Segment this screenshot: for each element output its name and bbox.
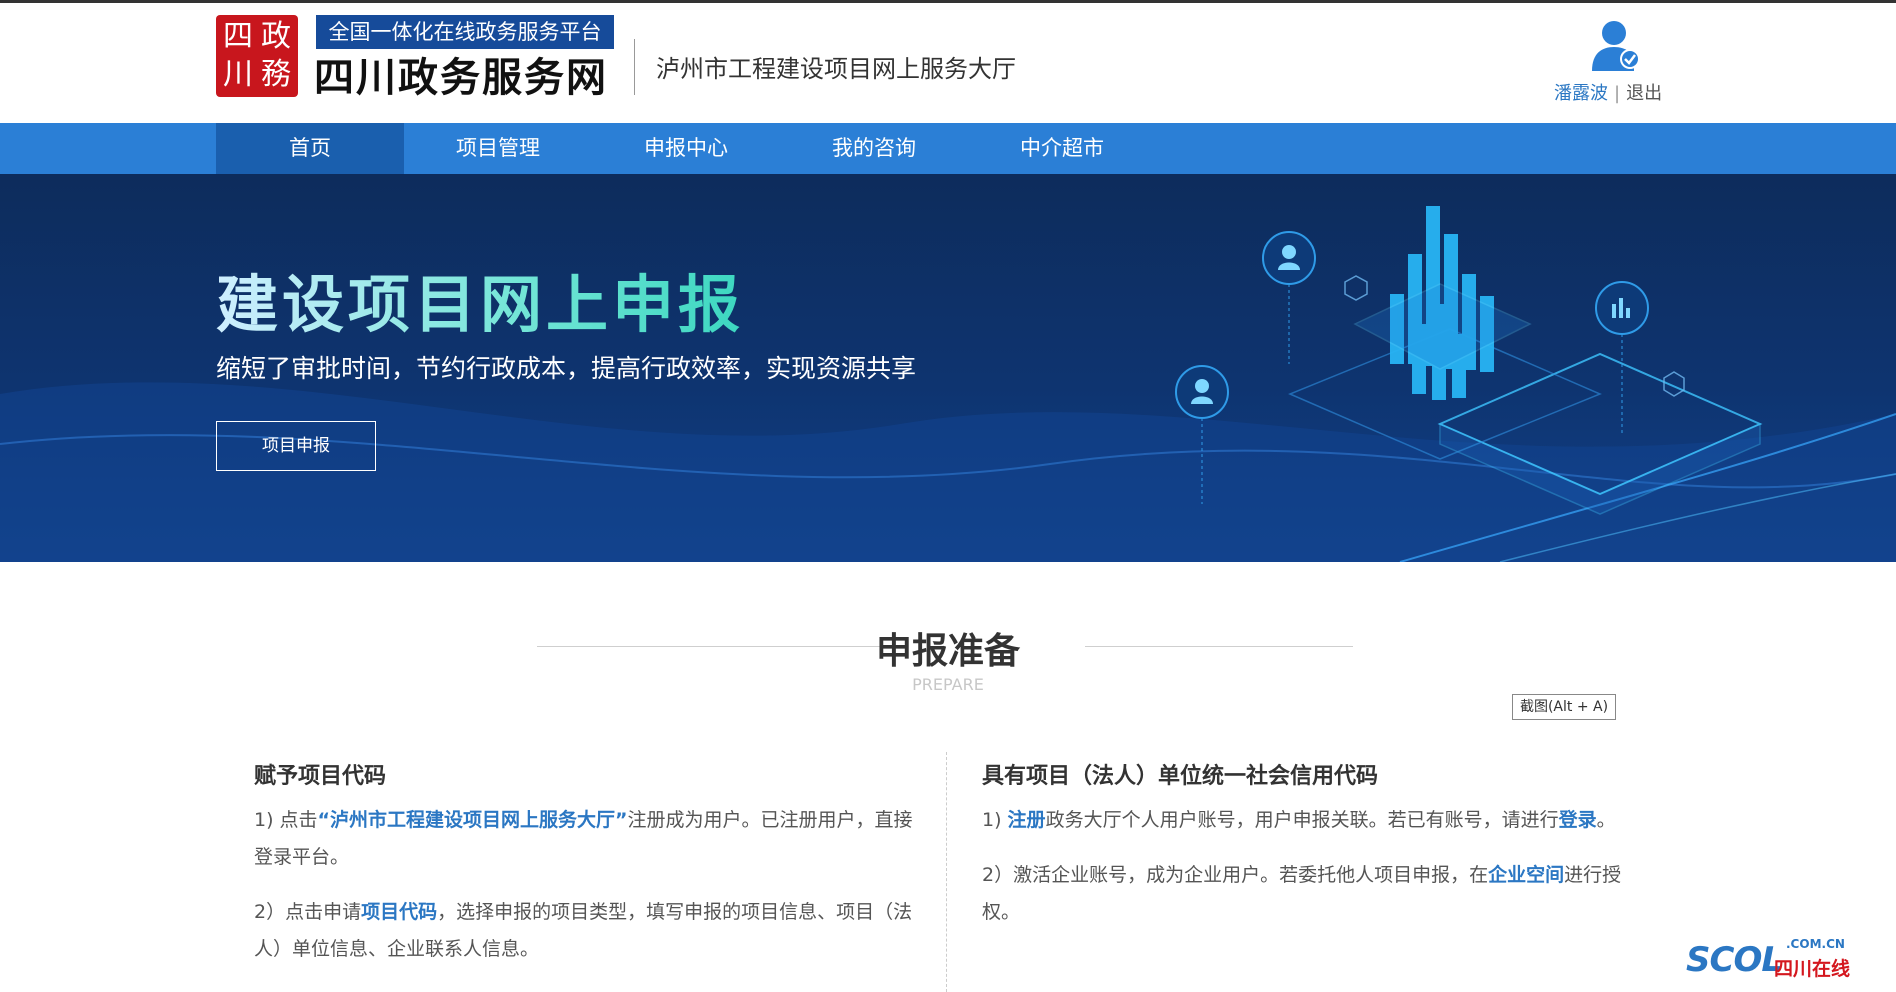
login-link[interactable]: 登录: [1559, 809, 1597, 831]
nav-item-application-center[interactable]: 申报中心: [592, 123, 780, 174]
service-hall-title: 泸州市工程建设项目网上服务大厅: [656, 55, 1016, 83]
step-text: 2）点击申请: [254, 901, 362, 923]
step-text: 2）激活企业账号，成为企业用户。若委托他人项目申报，在: [982, 864, 1489, 886]
nav-item-home[interactable]: 首页: [216, 123, 404, 174]
step-text: 。: [1596, 809, 1616, 831]
prepare-project-code: 赋予项目代码 1) 点击“泸州市工程建设项目网上服务大厅”注册成为用户。已注册用…: [254, 760, 914, 968]
prepare-credit-code: 具有项目（法人）单位统一社会信用代码 1) 注册政务大厅个人用户账号，用户申报关…: [982, 760, 1642, 931]
section-subtitle: PREPARE: [912, 675, 984, 694]
header-divider: [634, 39, 635, 95]
seal-char: 四: [223, 19, 253, 54]
right-step-1: 1) 注册政务大厅个人用户账号，用户申报关联。若已有账号，请进行登录。: [982, 802, 1642, 839]
section-title: 申报准备: [875, 631, 1020, 672]
user-name-link[interactable]: 潘露波: [1554, 83, 1608, 104]
user-verified-icon[interactable]: [1590, 17, 1642, 73]
register-link[interactable]: 注册: [1008, 809, 1046, 831]
user-separator: |: [1614, 83, 1621, 104]
seal-char: 政: [261, 19, 291, 54]
step-text: 1) 点击: [254, 809, 318, 831]
column-divider: [946, 752, 947, 992]
left-step-2: 2）点击申请项目代码，选择申报的项目类型，填写申报的项目信息、项目（法人）单位信…: [254, 894, 914, 968]
banner-title: 建设项目网上申报: [216, 254, 744, 344]
right-heading: 具有项目（法人）单位统一社会信用代码: [982, 764, 1379, 789]
screenshot-hint: 截图(Alt + A): [1512, 694, 1616, 720]
hero-banner: 建设项目网上申报 缩短了审批时间，节约行政成本，提高行政效率，实现资源共享 项目…: [0, 174, 1896, 562]
scol-watermark-logo: SCOL .COM.CN 四川在线: [1686, 937, 1856, 980]
sichuan-seal-logo: 四 政 川 務: [216, 15, 298, 97]
service-hall-link[interactable]: “泸州市工程建设项目网上服务大厅”: [318, 809, 628, 831]
enterprise-space-link[interactable]: 企业空间: [1488, 864, 1564, 886]
watermark-domain: .COM.CN: [1786, 937, 1845, 951]
step-text: 1): [982, 809, 1008, 831]
user-menu: 潘露波 | 退出: [1554, 79, 1662, 105]
main-nav: 首页 项目管理 申报中心 我的咨询 中介超市: [0, 123, 1896, 174]
right-step-2: 2）激活企业账号，成为企业用户。若委托他人项目申报，在企业空间进行授权。: [982, 857, 1642, 931]
logout-link[interactable]: 退出: [1626, 83, 1662, 104]
watermark-cn: 四川在线: [1774, 958, 1851, 980]
seal-char: 川: [223, 57, 253, 92]
platform-badge: 全国一体化在线政务服务平台: [316, 15, 614, 49]
seal-char: 務: [261, 57, 291, 92]
watermark-logo-text: SCOL: [1686, 940, 1783, 980]
left-step-1: 1) 点击“泸州市工程建设项目网上服务大厅”注册成为用户。已注册用户，直接登录平…: [254, 802, 914, 876]
project-apply-button[interactable]: 项目申报: [216, 421, 376, 471]
left-heading: 赋予项目代码: [254, 764, 387, 789]
nav-item-project-management[interactable]: 项目管理: [404, 123, 592, 174]
step-text: 政务大厅个人用户账号，用户申报关联。若已有账号，请进行: [1045, 809, 1559, 831]
nav-item-my-consultation[interactable]: 我的咨询: [780, 123, 968, 174]
site-brand[interactable]: 四川政务服务网: [314, 53, 608, 103]
project-code-link[interactable]: 项目代码: [361, 901, 437, 923]
nav-item-agency-market[interactable]: 中介超市: [968, 123, 1156, 174]
banner-subtitle: 缩短了审批时间，节约行政成本，提高行政效率，实现资源共享: [216, 354, 917, 383]
site-header: 四 政 川 務 全国一体化在线政务服务平台 四川政务服务网 泸州市工程建设项目网…: [0, 3, 1896, 123]
